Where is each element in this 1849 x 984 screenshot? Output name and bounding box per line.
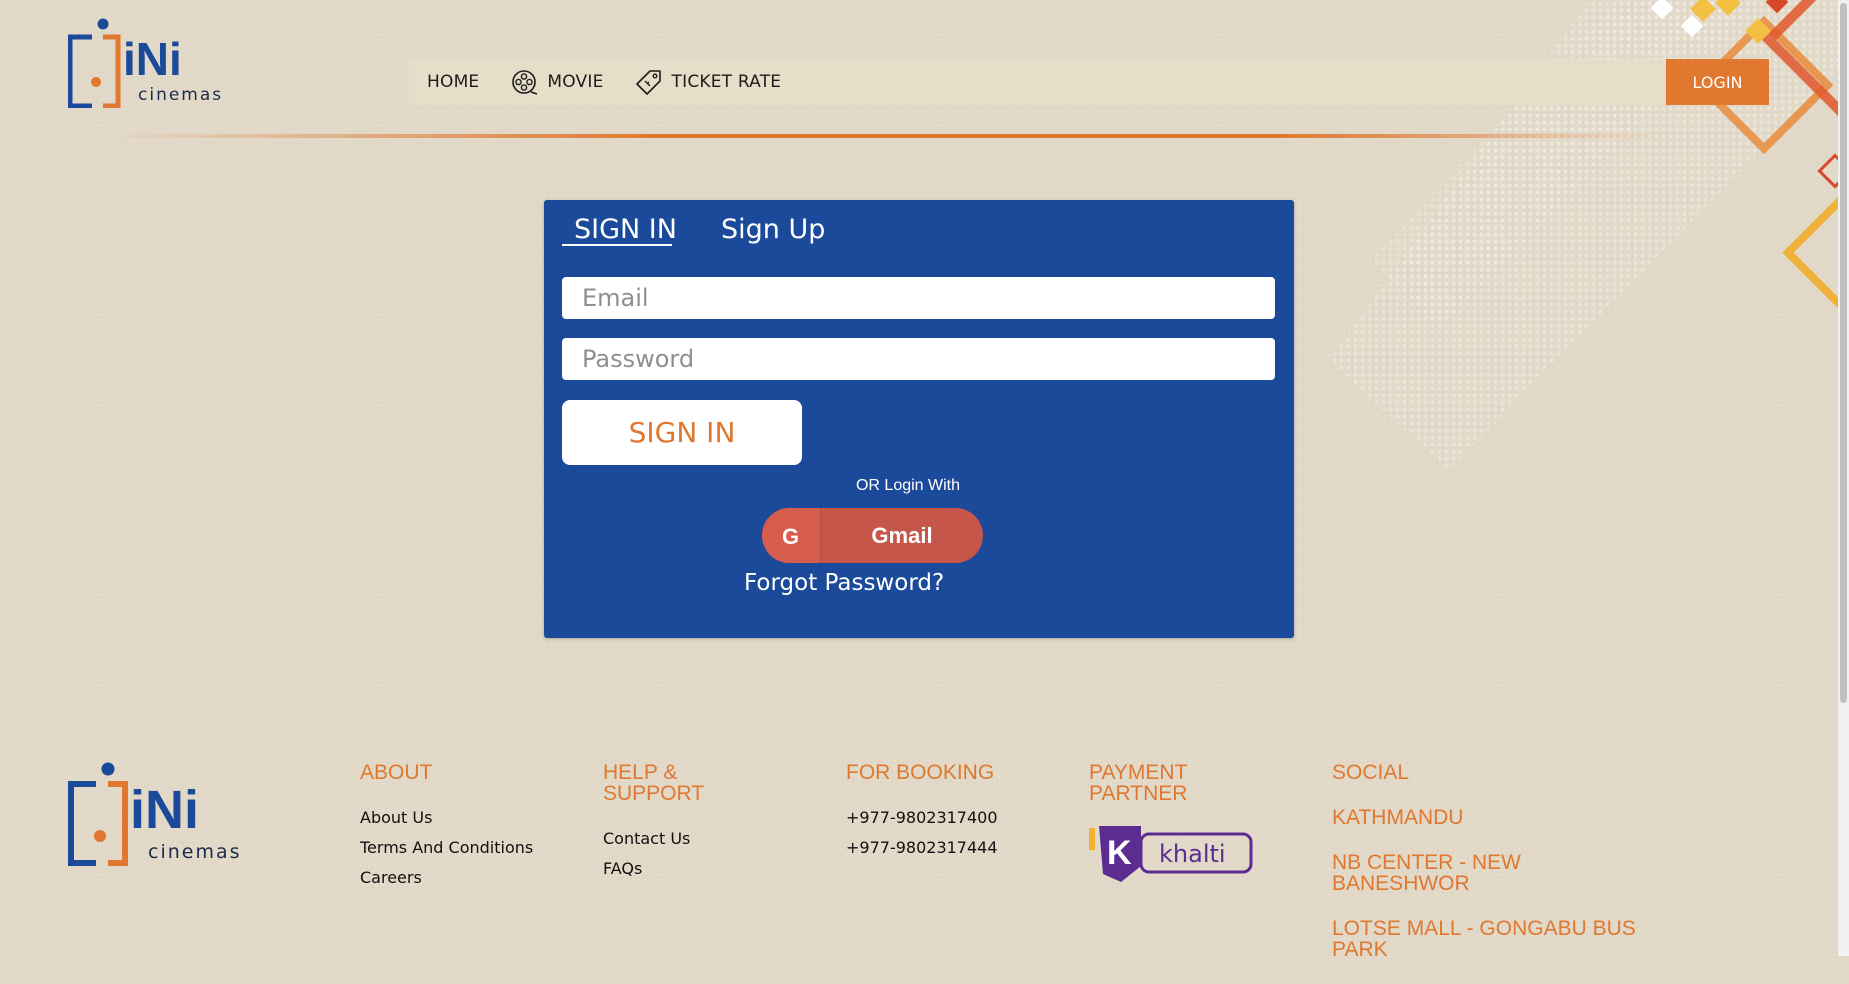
footer-about: ABOUT About Us Terms And Conditions Care… bbox=[360, 762, 533, 893]
footer-payment-heading: PAYMENT PARTNER bbox=[1089, 761, 1188, 805]
logo-sub: cinemas bbox=[138, 85, 223, 105]
footer-link-faqs[interactable]: FAQs bbox=[603, 854, 753, 884]
scrollbar-thumb[interactable] bbox=[1840, 3, 1847, 703]
footer-help: HELP & SUPPORT Contact Us FAQs bbox=[603, 762, 753, 884]
booking-phone[interactable]: +977-9802317444 bbox=[846, 833, 998, 863]
footer-link-contact[interactable]: Contact Us bbox=[603, 824, 753, 854]
nav-ticket-rate[interactable]: TICKET RATE bbox=[635, 69, 782, 95]
footer-about-heading: ABOUT bbox=[360, 761, 433, 784]
page-scrollbar[interactable] bbox=[1838, 0, 1849, 956]
logo-word: iNi bbox=[123, 33, 182, 85]
khalti-label: khalti bbox=[1159, 840, 1226, 868]
forgot-password-link[interactable]: Forgot Password? bbox=[744, 570, 944, 596]
tab-sign-in[interactable]: SIGN IN bbox=[574, 214, 677, 245]
location-link[interactable]: NB CENTER - NEW BANESHWOR bbox=[1332, 852, 1652, 894]
login-button[interactable]: LOGIN bbox=[1666, 59, 1769, 105]
nav-home[interactable]: HOME bbox=[427, 72, 479, 92]
gmail-login-button[interactable]: G Gmail bbox=[762, 508, 983, 563]
sign-in-button[interactable]: SIGN IN bbox=[562, 400, 802, 465]
ticket-tag-icon bbox=[635, 70, 661, 95]
main-nav: HOME MOVIE TICKET RATE bbox=[409, 59, 1669, 105]
footer-cinema-logo: iNi cinemas bbox=[68, 762, 242, 866]
cinema-logo[interactable]: iNi cinemas bbox=[68, 18, 228, 108]
footer-social-heading: SOCIAL bbox=[1332, 761, 1410, 784]
footer-booking: FOR BOOKING +977-9802317400 +977-9802317… bbox=[846, 762, 998, 863]
footer-booking-heading: FOR BOOKING bbox=[846, 761, 995, 784]
footer-logo-word: iNi bbox=[130, 780, 199, 840]
nav-ticket-rate-label: TICKET RATE bbox=[671, 72, 782, 92]
active-tab-underline bbox=[562, 244, 672, 246]
header-divider bbox=[110, 134, 1670, 138]
footer-link-terms[interactable]: Terms And Conditions bbox=[360, 833, 533, 863]
footer-payment: PAYMENT PARTNER K khalti bbox=[1089, 761, 1253, 893]
tab-sign-up[interactable]: Sign Up bbox=[721, 214, 825, 245]
film-reel-icon bbox=[512, 70, 538, 95]
location-link[interactable]: LOTSE MALL - GONGABU BUS PARK bbox=[1332, 918, 1652, 960]
footer-link-careers[interactable]: Careers bbox=[360, 863, 533, 893]
khalti-logo[interactable]: K khalti bbox=[1089, 822, 1254, 888]
or-login-with-text: OR Login With bbox=[855, 477, 961, 494]
booking-phone[interactable]: +977-9802317400 bbox=[846, 803, 998, 833]
location-link[interactable]: KATHMANDU bbox=[1332, 807, 1652, 828]
footer-help-heading: HELP & SUPPORT bbox=[603, 761, 705, 805]
nav-home-label: HOME bbox=[427, 72, 480, 92]
footer-logo-sub: cinemas bbox=[148, 841, 242, 863]
footer-social: SOCIAL KATHMANDU NB CENTER - NEW BANESHW… bbox=[1332, 762, 1652, 984]
auth-card: SIGN IN Sign Up SIGN IN OR Login With G … bbox=[544, 200, 1294, 638]
password-field[interactable] bbox=[562, 338, 1275, 380]
khalti-mark: K bbox=[1107, 834, 1132, 872]
footer-link-about-us[interactable]: About Us bbox=[360, 803, 533, 833]
nav-movie[interactable]: MOVIE bbox=[511, 69, 603, 95]
google-icon: G bbox=[762, 508, 821, 563]
svg-text:G: G bbox=[782, 524, 799, 549]
gmail-label: Gmail bbox=[871, 522, 933, 548]
nav-movie-label: MOVIE bbox=[547, 72, 604, 92]
email-field[interactable] bbox=[562, 277, 1275, 319]
